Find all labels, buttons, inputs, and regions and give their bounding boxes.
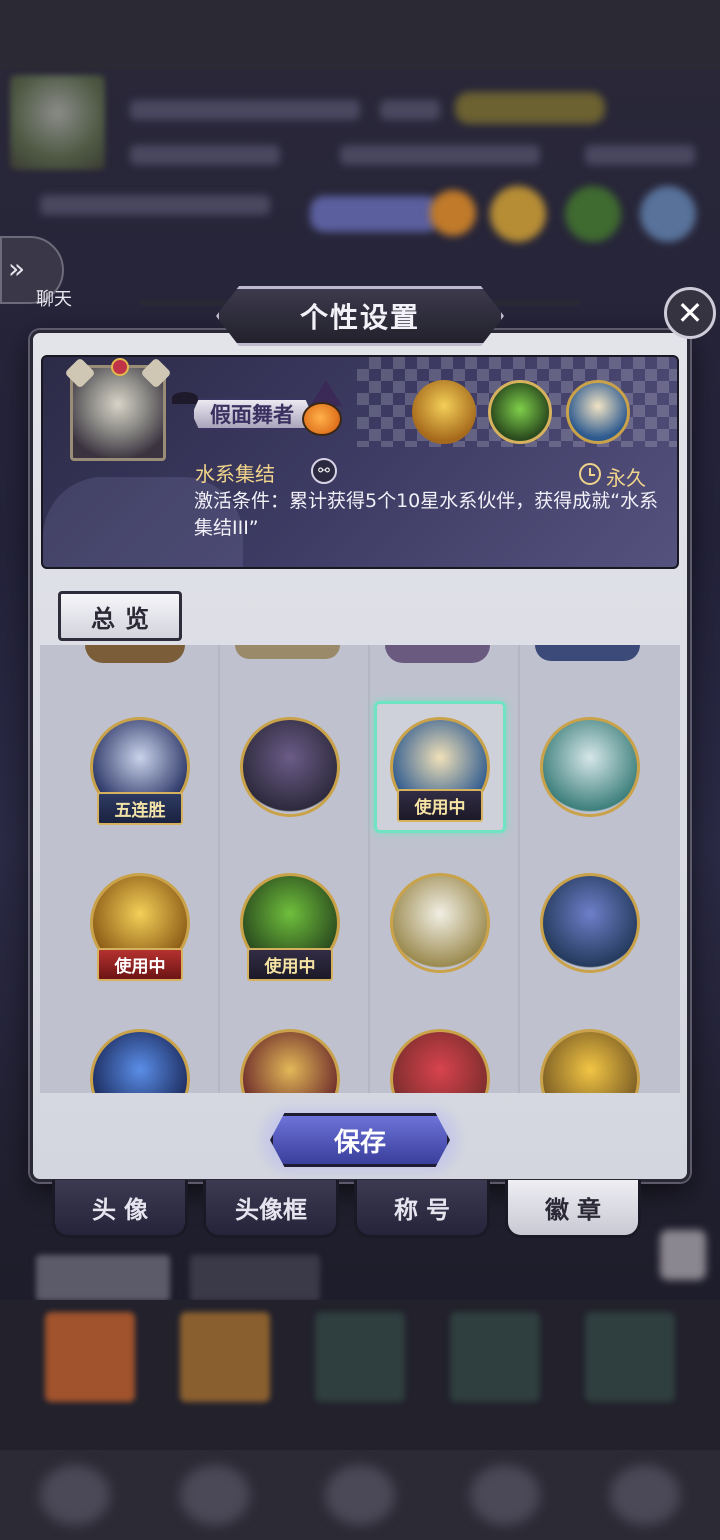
save-button[interactable]: 保存 xyxy=(270,1113,450,1167)
hooded-knight-badge[interactable] xyxy=(224,701,356,833)
moon-icon xyxy=(540,1029,640,1093)
title-wing-left xyxy=(140,300,230,306)
moon-badge[interactable] xyxy=(524,1013,656,1093)
top-bar xyxy=(0,0,720,70)
preview-avatar xyxy=(64,357,172,461)
badge-status-label: 使用中 xyxy=(247,948,333,981)
sword-wings-icon xyxy=(540,717,640,817)
nav-item-5 xyxy=(610,1465,680,1525)
modal-title-plate: 个性设置 xyxy=(216,286,504,346)
tab-title[interactable]: 称号 xyxy=(354,1180,490,1238)
nav-item-4 xyxy=(470,1465,540,1525)
octopus-icon xyxy=(540,873,640,973)
profile-edit-chip xyxy=(310,196,440,232)
badge-status-label: 使用中 xyxy=(397,789,483,822)
tab-badge[interactable]: 徽章 xyxy=(505,1180,641,1238)
badge-partial-top[interactable] xyxy=(235,645,340,659)
badge-duration: 永久 xyxy=(606,466,646,490)
badge-name: 水系集结 xyxy=(195,462,275,486)
equipped-badge-water-girl xyxy=(566,380,630,444)
lineup-slot-1 xyxy=(45,1312,135,1402)
winged-creature-icon xyxy=(390,873,490,973)
close-x-icon: ✕ xyxy=(676,294,704,332)
tab-avatar-frame[interactable]: 头像框 xyxy=(203,1180,339,1238)
bg-tab-2 xyxy=(190,1255,320,1301)
badge-partial-top[interactable] xyxy=(535,645,640,661)
profile-level xyxy=(380,100,440,120)
profile-guild-row xyxy=(340,145,540,165)
badge-partial-top[interactable] xyxy=(385,645,490,663)
badge-preview-1 xyxy=(490,186,546,242)
clover-badge[interactable]: 使用中 xyxy=(224,857,356,989)
bat-icon xyxy=(172,392,198,404)
hooded-knight-icon xyxy=(240,717,340,817)
winged-creature-badge[interactable] xyxy=(374,857,506,989)
crystal-orb-icon xyxy=(90,1029,190,1093)
share-icon[interactable]: ⚯ xyxy=(311,458,337,484)
close-button[interactable]: ✕ xyxy=(664,287,716,339)
tab-avatar[interactable]: 头像 xyxy=(52,1180,188,1238)
bg-side-icon xyxy=(660,1230,706,1280)
profile-avatar xyxy=(10,75,105,170)
five-win-streak-badge[interactable]: 五连胜 xyxy=(74,701,206,833)
nav-item-1 xyxy=(40,1465,110,1525)
heart-badge[interactable] xyxy=(374,1013,506,1093)
equipped-badge-clover xyxy=(488,380,552,444)
badge-preview-2 xyxy=(565,186,621,242)
water-girl-badge[interactable]: 使用中 xyxy=(374,701,506,833)
profile-extra-row xyxy=(585,145,695,165)
badge-grid: 五连胜 使用中 使用中 使用中 xyxy=(40,645,680,1093)
clock-icon xyxy=(579,463,601,485)
nav-item-2 xyxy=(180,1465,250,1525)
profile-info-row xyxy=(130,145,280,165)
equipped-badge-golden-knight xyxy=(412,380,476,444)
pumpkin-title-preview xyxy=(430,190,476,236)
golden-knight-badge[interactable]: 使用中 xyxy=(74,857,206,989)
chat-label: 聊天 xyxy=(36,289,72,310)
badge-partial-top[interactable] xyxy=(85,645,185,663)
modal-title: 个性设置 xyxy=(299,301,420,334)
badge-condition: 激活条件：累计获得5个10星水系伙伴，获得成就“水系集结III” xyxy=(194,490,659,539)
player-title-badge: 假面舞者 xyxy=(192,398,312,430)
sword-wings-badge[interactable] xyxy=(524,701,656,833)
pumpkin-icon xyxy=(302,402,342,436)
badge-status-label: 使用中 xyxy=(97,948,183,981)
lineup-slot-5 xyxy=(585,1312,675,1402)
profile-signature-row xyxy=(40,195,270,215)
nav-item-3 xyxy=(325,1465,395,1525)
lineup-slot-3 xyxy=(315,1312,405,1402)
crystal-orb-badge[interactable] xyxy=(74,1013,206,1093)
magic-lamp-badge[interactable] xyxy=(224,1013,356,1093)
lineup-slot-4 xyxy=(450,1312,540,1402)
heart-icon xyxy=(390,1029,490,1093)
lineup-slot-2 xyxy=(180,1312,270,1402)
gem-icon xyxy=(111,358,129,376)
profile-name-row xyxy=(130,100,360,120)
title-wing-right xyxy=(490,300,580,306)
octopus-badge[interactable] xyxy=(524,857,656,989)
badge-status-label: 五连胜 xyxy=(97,792,183,825)
grid-divider xyxy=(218,645,220,1093)
chevron-right-icon: » xyxy=(8,252,26,285)
magic-lamp-icon xyxy=(240,1029,340,1093)
grid-divider xyxy=(368,645,370,1093)
tab-overview[interactable]: 总览 xyxy=(58,591,182,641)
badge-preview-3 xyxy=(640,186,696,242)
profile-rank-chip xyxy=(455,92,605,124)
bg-tab-1 xyxy=(36,1255,170,1301)
grid-divider xyxy=(518,645,520,1093)
